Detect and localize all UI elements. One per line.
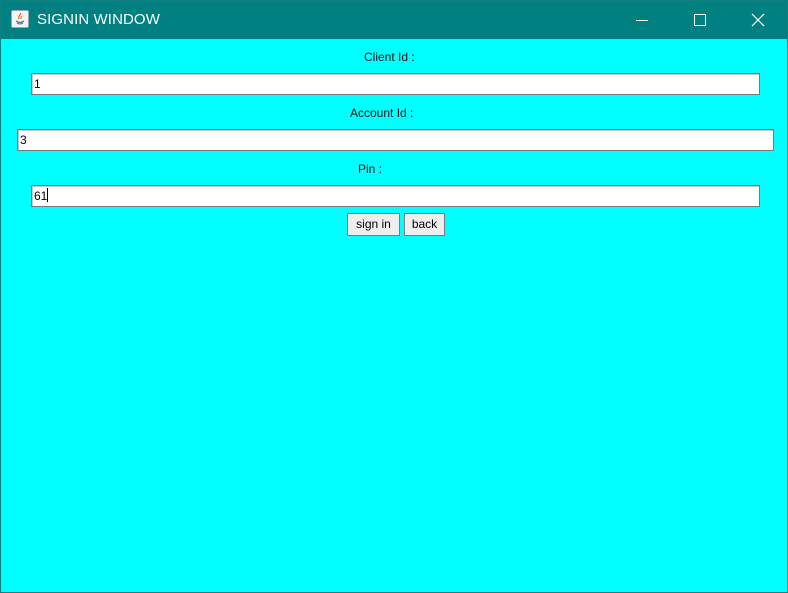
text-caret <box>47 188 49 202</box>
account-id-value: 3 <box>20 133 27 147</box>
maximize-button[interactable] <box>671 1 729 39</box>
pin-field[interactable]: 61 <box>31 185 760 207</box>
form-panel: Client Id : 1 Account Id : 3 Pin : 61 si… <box>1 39 787 592</box>
pin-label: Pin : <box>358 162 383 176</box>
back-button[interactable]: back <box>404 213 445 236</box>
maximize-icon <box>694 14 706 26</box>
window-title: SIGNIN WINDOW <box>37 11 160 28</box>
client-id-value: 1 <box>34 77 41 91</box>
signin-window: SIGNIN WINDOW Client Id : 1 Account Id :… <box>0 0 788 593</box>
title-bar[interactable]: SIGNIN WINDOW <box>1 1 787 39</box>
minimize-button[interactable] <box>613 1 671 39</box>
minimize-icon <box>636 20 648 21</box>
client-id-field[interactable]: 1 <box>31 73 760 95</box>
close-button[interactable] <box>729 1 787 39</box>
pin-value: 61 <box>34 189 48 203</box>
sign-in-button[interactable]: sign in <box>347 213 400 236</box>
java-app-icon <box>11 10 29 28</box>
account-id-field[interactable]: 3 <box>17 129 774 151</box>
close-icon <box>751 13 765 27</box>
account-id-label: Account Id : <box>350 106 414 120</box>
client-id-label: Client Id : <box>364 50 415 64</box>
